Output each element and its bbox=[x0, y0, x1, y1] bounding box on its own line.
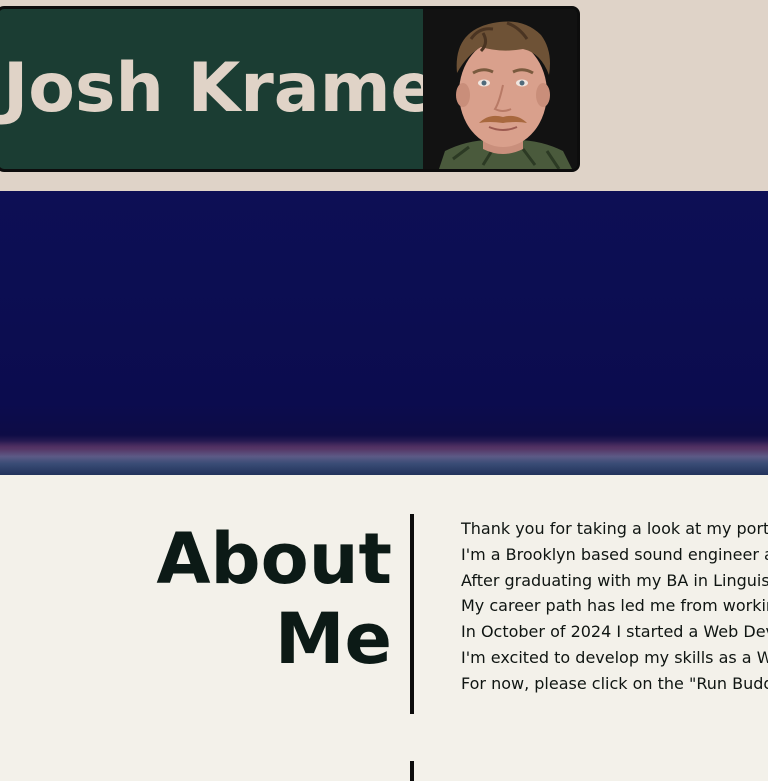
site-title: Josh Kramer bbox=[3, 49, 471, 128]
profile-photo-image bbox=[423, 9, 577, 169]
about-heading: About Me bbox=[156, 519, 392, 679]
about-divider bbox=[410, 514, 414, 714]
about-section: About Me Thank you for taking a look at m… bbox=[0, 475, 768, 781]
about-heading-line1: About bbox=[156, 518, 392, 600]
section-divider bbox=[410, 761, 414, 781]
about-text: Thank you for taking a look at my portfo… bbox=[461, 516, 768, 697]
about-line: For now, please click on the "Run Buddy" bbox=[461, 673, 768, 693]
about-line: After graduating with my BA in Linguisti… bbox=[461, 570, 768, 590]
about-line: I'm excited to develop my skills as a We… bbox=[461, 647, 768, 667]
about-line: I'm a Brooklyn based sound engineer and bbox=[461, 544, 768, 564]
about-heading-line2: Me bbox=[274, 598, 392, 680]
hero-horizon-glow bbox=[0, 435, 768, 475]
hero-banner bbox=[0, 191, 768, 475]
site-header: Josh Kramer bbox=[0, 6, 580, 172]
profile-photo bbox=[423, 9, 577, 169]
about-line: Thank you for taking a look at my portfo bbox=[461, 519, 768, 538]
about-line: In October of 2024 I started a Web Dev b bbox=[461, 622, 768, 642]
about-line: My career path has led me from working bbox=[461, 596, 768, 616]
